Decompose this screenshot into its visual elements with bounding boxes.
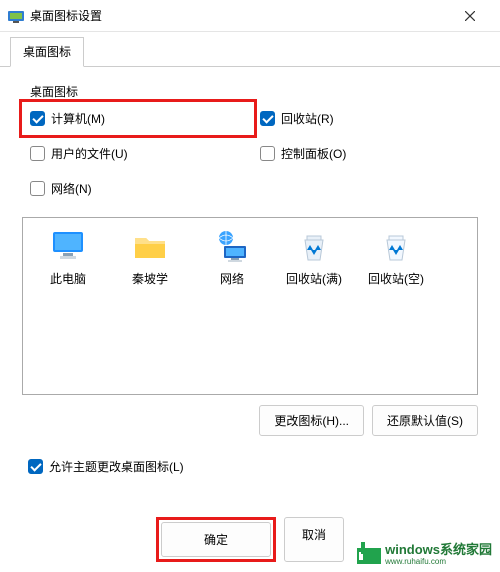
checkbox-grid: 计算机(M) 回收站(R) 用户的文件(U) 控制面板(O) 网络(N) bbox=[28, 106, 478, 201]
checkbox-allow-theme[interactable]: 允许主题更改桌面图标(L) bbox=[26, 454, 478, 479]
tab-strip: 桌面图标 bbox=[0, 36, 500, 67]
watermark-text: windows系统家园 www.ruhaifu.com bbox=[385, 539, 492, 566]
checkbox-label: 计算机(M) bbox=[51, 110, 105, 127]
close-button[interactable] bbox=[448, 1, 492, 31]
icon-item-recycle-full[interactable]: 回收站(满) bbox=[275, 228, 353, 287]
watermark-brand: windows系统家园 bbox=[385, 542, 492, 557]
checkbox-userfiles[interactable]: 用户的文件(U) bbox=[28, 141, 248, 166]
recycle-full-icon bbox=[296, 228, 332, 264]
checkbox-input[interactable] bbox=[30, 181, 45, 196]
checkbox-label: 控制面板(O) bbox=[281, 145, 346, 162]
cancel-button[interactable]: 取消 bbox=[284, 517, 344, 562]
tab-desktop-icons[interactable]: 桌面图标 bbox=[10, 37, 84, 67]
icon-button-row: 更改图标(H)... 还原默认值(S) bbox=[22, 405, 478, 436]
icon-item-thispc[interactable]: 此电脑 bbox=[29, 228, 107, 287]
icon-item-network[interactable]: 网络 bbox=[193, 228, 271, 287]
checkbox-controlpanel[interactable]: 控制面板(O) bbox=[258, 141, 478, 166]
checkbox-recycle[interactable]: 回收站(R) bbox=[258, 106, 478, 131]
icon-label: 回收站(空) bbox=[368, 270, 424, 287]
app-icon bbox=[8, 8, 24, 24]
icon-label: 此电脑 bbox=[50, 270, 86, 287]
checkbox-label: 允许主题更改桌面图标(L) bbox=[49, 458, 184, 475]
checkbox-input[interactable] bbox=[260, 146, 275, 161]
restore-defaults-button[interactable]: 还原默认值(S) bbox=[372, 405, 478, 436]
checkbox-label: 网络(N) bbox=[51, 180, 92, 197]
highlight-ok: 确定 bbox=[156, 517, 276, 562]
checkbox-label: 用户的文件(U) bbox=[51, 145, 128, 162]
allow-theme-row: 允许主题更改桌面图标(L) bbox=[26, 454, 478, 479]
checkbox-input[interactable] bbox=[28, 459, 43, 474]
checkbox-label: 回收站(R) bbox=[281, 110, 334, 127]
watermark-logo-icon bbox=[357, 542, 381, 564]
window-title: 桌面图标设置 bbox=[30, 7, 448, 24]
icon-preview-box: 此电脑 秦坡学 网络 bbox=[22, 217, 478, 395]
checkbox-network[interactable]: 网络(N) bbox=[28, 176, 248, 201]
highlight-computer: 计算机(M) bbox=[19, 99, 257, 138]
checkbox-computer[interactable]: 计算机(M) bbox=[28, 106, 248, 131]
recycle-empty-icon bbox=[378, 228, 414, 264]
change-icon-button[interactable]: 更改图标(H)... bbox=[259, 405, 364, 436]
titlebar: 桌面图标设置 bbox=[0, 0, 500, 32]
icon-item-userfolder[interactable]: 秦坡学 bbox=[111, 228, 189, 287]
checkbox-input[interactable] bbox=[260, 111, 275, 126]
watermark: windows系统家园 www.ruhaifu.com bbox=[357, 539, 492, 566]
checkbox-input[interactable] bbox=[30, 146, 45, 161]
folder-icon bbox=[132, 228, 168, 264]
watermark-url: www.ruhaifu.com bbox=[385, 558, 492, 566]
checkbox-input[interactable] bbox=[30, 111, 45, 126]
ok-button[interactable]: 确定 bbox=[161, 522, 271, 557]
icon-label: 秦坡学 bbox=[132, 270, 168, 287]
content-area: 桌面图标 计算机(M) 回收站(R) 用户的文件(U) 控制面板(O) 网络(N… bbox=[0, 67, 500, 479]
icon-label: 网络 bbox=[220, 270, 244, 287]
icon-label: 回收站(满) bbox=[286, 270, 342, 287]
section-label: 桌面图标 bbox=[30, 83, 478, 100]
icon-item-recycle-empty[interactable]: 回收站(空) bbox=[357, 228, 435, 287]
monitor-icon bbox=[50, 228, 86, 264]
network-icon bbox=[214, 228, 250, 264]
